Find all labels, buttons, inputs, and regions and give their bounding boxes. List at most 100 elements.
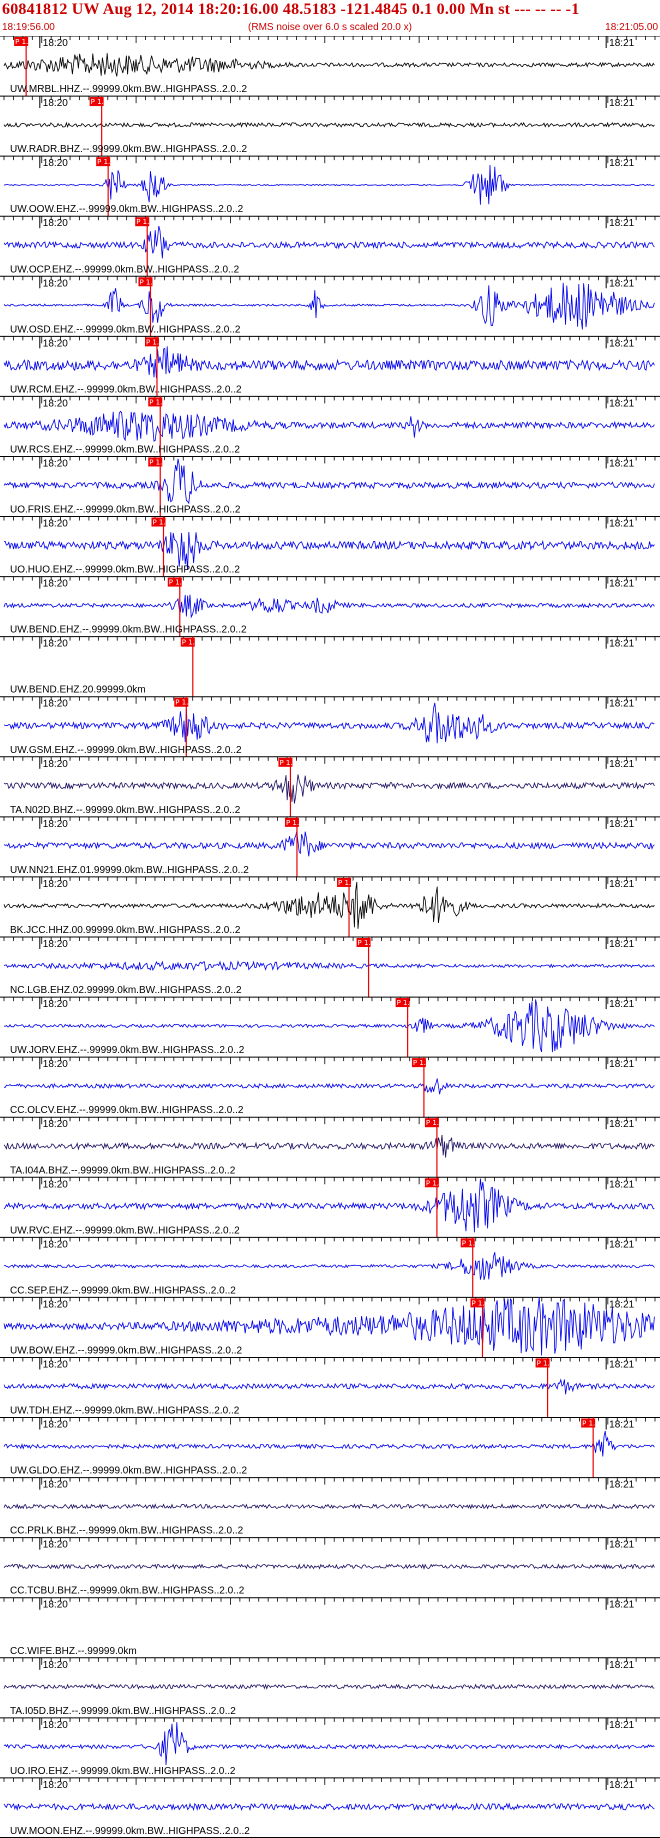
minute-label: 18:21 bbox=[609, 819, 634, 830]
minute-label: 18:20 bbox=[43, 999, 68, 1010]
station-label: UW.GLDO.EHZ.--.99999.0km.BW..HIGHPASS..2… bbox=[10, 1466, 248, 1477]
pick-label: P 1.4 bbox=[426, 1119, 444, 1127]
station-label: UW.OOW.EHZ.--.99999.0km.BW..HIGHPASS..2.… bbox=[10, 204, 244, 215]
pick-label: P 1.4 bbox=[139, 278, 157, 286]
station-label: UO.FRIS.EHZ.--.99999.0km.BW..HIGHPASS..2… bbox=[10, 505, 241, 516]
station-label: CC.PRLK.BHZ.--.99999.0km.BW..HIGHPASS..2… bbox=[10, 1526, 244, 1537]
minute-label: 18:21 bbox=[609, 1480, 634, 1491]
station-label: CC.SEP.EHZ.--.99999.0km.BW..HIGHPASS..2.… bbox=[10, 1285, 236, 1296]
waveform bbox=[3, 881, 655, 929]
waveform bbox=[3, 164, 655, 205]
minute-label: 18:20 bbox=[43, 98, 68, 109]
minute-label: 18:21 bbox=[609, 519, 634, 530]
trace-row: 18:20 18:21 P 1.4 UW.TDH.EHZ.--.99999.0km.B… bbox=[0, 1356, 660, 1418]
minute-label: 18:20 bbox=[43, 1239, 68, 1250]
station-label: UW.BEND.EHZ.--.99999.0km.BW..HIGHPASS..2… bbox=[10, 625, 247, 636]
station-label: UW.MRBL.HHZ.--.99999.0km.BW..HIGHPASS..2… bbox=[10, 84, 248, 95]
trace-row: 18:20 18:21 P 1.4 UW.RADR.BHZ.--.99999.0km.… bbox=[0, 95, 660, 157]
minute-label: 18:20 bbox=[43, 1179, 68, 1190]
trace-row: 18:20 18:21 P 1.4 UW.RVC.EHZ.--.99999.0km.B… bbox=[0, 1176, 660, 1238]
minute-label: 18:21 bbox=[609, 999, 634, 1010]
minute-label: 18:21 bbox=[609, 1059, 634, 1070]
waveform bbox=[3, 831, 655, 857]
waveform bbox=[3, 346, 655, 379]
minute-label: 18:20 bbox=[43, 579, 68, 590]
minute-label: 18:21 bbox=[609, 1359, 634, 1370]
scale-note: (RMS noise over 6.0 s scaled 20.0 x) bbox=[248, 22, 412, 33]
minute-label: 18:20 bbox=[43, 759, 68, 770]
trace-row: 18:20 18:21 P 1.4 UW.BOW.EHZ.--.99999.0km.B… bbox=[0, 1296, 660, 1358]
trace-row: 18:20 18:21 P 1.4 UO.FRIS.EHZ.--.99999.0km.… bbox=[0, 455, 660, 517]
station-label: UW.NN21.EHZ.01.99999.0km.BW..HIGHPASS..2… bbox=[10, 865, 249, 876]
waveform bbox=[3, 410, 655, 442]
station-label: UW.OSD.EHZ.--.99999.0km.BW..HIGHPASS..2.… bbox=[10, 324, 241, 335]
waveform bbox=[3, 1802, 655, 1812]
minute-label: 18:20 bbox=[43, 1780, 68, 1791]
minute-label: 18:20 bbox=[43, 218, 68, 229]
waveform bbox=[3, 1722, 655, 1766]
station-label: CC.OLCV.EHZ.--.99999.0km.BW..HIGHPASS..2… bbox=[10, 1105, 244, 1116]
minute-label: 18:21 bbox=[609, 278, 634, 289]
minute-label: 18:21 bbox=[609, 1420, 634, 1431]
minute-label: 18:21 bbox=[609, 1660, 634, 1671]
station-label: UW.JORV.EHZ.--.99999.0km.BW..HIGHPASS..2… bbox=[10, 1045, 245, 1056]
trace-row: 18:20 18:21 P 1.4 UW.GSM.EHZ.--.99999.0km.B… bbox=[0, 696, 660, 757]
minute-label: 18:21 bbox=[609, 939, 634, 950]
minute-label: 18:21 bbox=[609, 158, 634, 169]
waveform bbox=[3, 702, 655, 744]
waveform bbox=[3, 1563, 655, 1570]
minute-label: 18:21 bbox=[609, 338, 634, 349]
minute-label: 18:20 bbox=[43, 519, 68, 530]
trace-row: 18:20 18:21 P 1.4 UW.OOW.EHZ.--.99999.0km.B… bbox=[0, 155, 660, 217]
pick-label: P 1.4 bbox=[149, 398, 167, 406]
pick-label: P 1.4 bbox=[462, 1239, 480, 1247]
minute-label: 18:20 bbox=[43, 1660, 68, 1671]
minute-label: 18:21 bbox=[609, 639, 634, 650]
station-label: UW.BOW.EHZ.--.99999.0km.BW..HIGHPASS..2.… bbox=[10, 1345, 243, 1356]
trace-row: 18:20 18:21 P 1.4 TA.I04A.BHZ.--.99999.0km.… bbox=[0, 1116, 660, 1178]
station-label: TA.I05D.BHZ.--.99999.0km.BW..HIGHPASS..2… bbox=[10, 1706, 236, 1717]
trace-row: 18:20 18:21 P 1.4 UW.GLDO.EHZ.--.99999.0km.… bbox=[0, 1417, 660, 1478]
minute-label: 18:21 bbox=[609, 398, 634, 409]
trace-row: 18:20 18:21 UW.MOON.EHZ.--.99999.0km.BW..H… bbox=[0, 1777, 660, 1837]
station-label: UW.RCS.EHZ.--.99999.0km.BW..HIGHPASS..2.… bbox=[10, 444, 240, 455]
waveform bbox=[3, 594, 655, 619]
trace-row: 18:20 18:21 P 1.4 UW.RCS.EHZ.--.99999.0km.B… bbox=[0, 395, 660, 457]
minute-label: 18:20 bbox=[43, 1119, 68, 1130]
minute-label: 18:20 bbox=[43, 458, 68, 469]
pick-label: P 1.4 bbox=[182, 639, 200, 647]
minute-label: 18:20 bbox=[43, 1420, 68, 1431]
minute-label: 18:20 bbox=[43, 398, 68, 409]
trace-row: 18:20 18:21 P 1.4 CC.SEP.EHZ.--.99999.0km.B… bbox=[0, 1236, 660, 1298]
minute-label: 18:20 bbox=[43, 38, 68, 49]
minute-label: 18:20 bbox=[43, 1600, 68, 1611]
pick-label: P 1.4 bbox=[175, 699, 193, 707]
station-label: UO.IRO.EHZ.--.99999.0km.BW..HIGHPASS..2.… bbox=[10, 1766, 236, 1777]
minute-label: 18:21 bbox=[609, 1179, 634, 1190]
trace-row: 18:20 18:21 P 1.4 UW.BEND.EHZ.20.99999.0km bbox=[0, 636, 660, 697]
station-label: UW.MOON.EHZ.--.99999.0km.BW..HIGHPASS..2… bbox=[10, 1826, 250, 1837]
minute-label: 18:20 bbox=[43, 1540, 68, 1551]
minute-label: 18:20 bbox=[43, 699, 68, 710]
pick-label: P 1.4 bbox=[146, 338, 164, 346]
minute-label: 18:21 bbox=[609, 1239, 634, 1250]
waveform bbox=[3, 1134, 655, 1158]
trace-row: 18:20 18:21 CC.WIFE.BHZ.--.99999.0km bbox=[0, 1597, 660, 1657]
waveform bbox=[3, 1078, 655, 1095]
seismogram-svg: 18:20 18:21 P 1.4 UW.MRBL.HHZ.--.99999.0km.… bbox=[0, 36, 660, 1838]
trace-row: 18:20 18:21 P 1.4 UW.BEND.EHZ.--.99999.0km.… bbox=[0, 576, 660, 637]
minute-label: 18:21 bbox=[609, 458, 634, 469]
trace-row: 18:20 18:21 P 1.4 UW.RCM.EHZ.--.99999.0km.B… bbox=[0, 335, 660, 397]
minute-label: 18:20 bbox=[43, 1059, 68, 1070]
station-label: UW.RADR.BHZ.--.99999.0km.BW..HIGHPASS..2… bbox=[10, 144, 248, 155]
pick-label: P 1.4 bbox=[426, 1179, 444, 1187]
minute-label: 18:21 bbox=[609, 1720, 634, 1731]
trace-row: 18:20 18:21 P 1.4 UW.MRBL.HHZ.--.99999.0km.… bbox=[0, 36, 660, 97]
minute-label: 18:20 bbox=[43, 1720, 68, 1731]
pick-label: P 1.4 bbox=[136, 218, 154, 226]
pick-label: P 1.4 bbox=[286, 819, 304, 827]
minute-label: 18:20 bbox=[43, 939, 68, 950]
event-title: 60841812 UW Aug 12, 2014 18:20:16.00 48.… bbox=[2, 1, 580, 18]
minute-label: 18:20 bbox=[43, 1480, 68, 1491]
pick-label: P 1.4 bbox=[358, 939, 376, 947]
